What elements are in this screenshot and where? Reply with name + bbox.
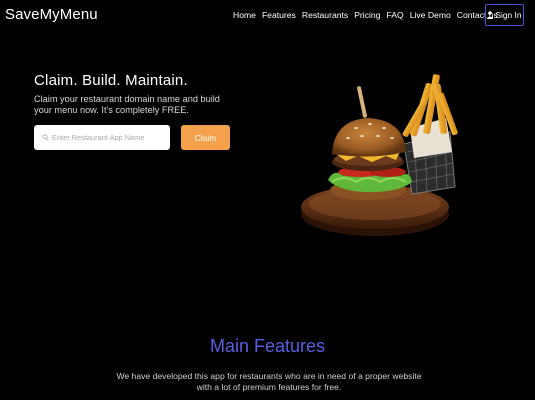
features-description: We have developed this app for restauran… xyxy=(116,371,422,392)
nav-faq[interactable]: FAQ xyxy=(386,10,403,20)
nav-features[interactable]: Features xyxy=(262,10,296,20)
hero-subtitle: Claim your restaurant domain name and bu… xyxy=(34,94,220,115)
search-icon xyxy=(42,134,49,141)
user-icon xyxy=(487,11,494,19)
restaurant-name-input[interactable] xyxy=(52,133,162,142)
nav-pricing[interactable]: Pricing xyxy=(354,10,380,20)
burger-and-fries-image xyxy=(301,74,458,236)
nav-live-demo[interactable]: Live Demo xyxy=(410,10,451,20)
nav-home[interactable]: Home xyxy=(233,10,256,20)
restaurant-name-field[interactable] xyxy=(34,125,170,150)
sign-in-button[interactable]: Sign In xyxy=(485,4,524,26)
brand-logo[interactable]: SaveMyMenu xyxy=(5,6,98,23)
nav-restaurants[interactable]: Restaurants xyxy=(302,10,348,20)
nav-links: Home Features Restaurants Pricing FAQ Li… xyxy=(233,10,504,20)
features-title: Main Features xyxy=(209,336,326,356)
sign-in-label: Sign In xyxy=(495,10,522,20)
claim-button[interactable]: Claim xyxy=(181,125,230,150)
hero-title: Claim. Build. Maintain. xyxy=(34,72,188,89)
navbar: SaveMyMenu Home Features Restaurants Pri… xyxy=(0,0,535,32)
